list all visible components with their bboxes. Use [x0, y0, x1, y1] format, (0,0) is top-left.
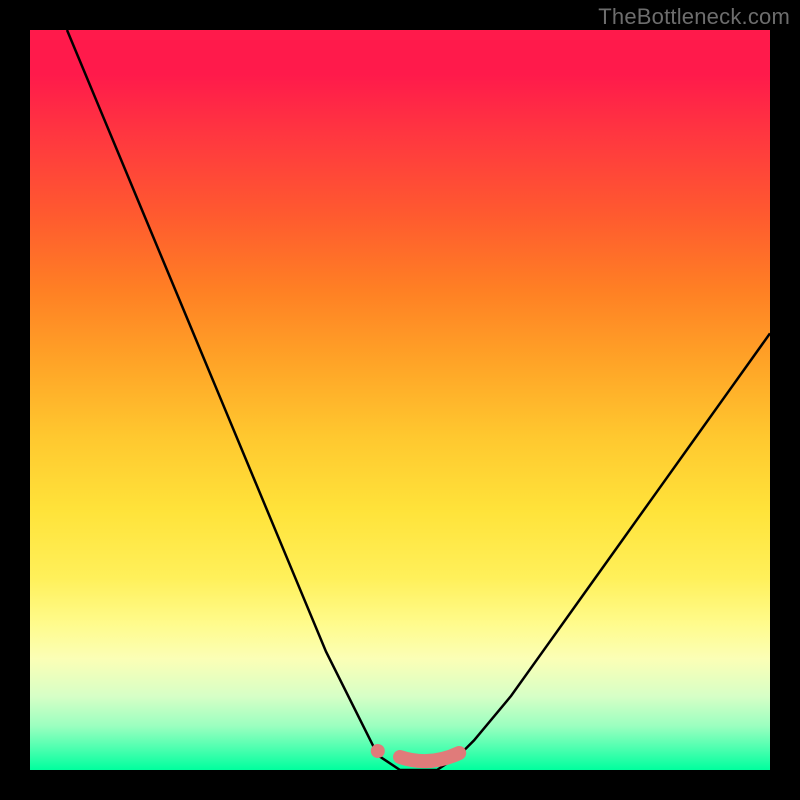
flat-marker-path [400, 753, 459, 761]
bottleneck-curve-path [67, 30, 770, 770]
plot-area [30, 30, 770, 770]
curve-svg [30, 30, 770, 770]
chart-frame: TheBottleneck.com [0, 0, 800, 800]
watermark-text: TheBottleneck.com [598, 4, 790, 30]
marker-dot [371, 744, 385, 758]
